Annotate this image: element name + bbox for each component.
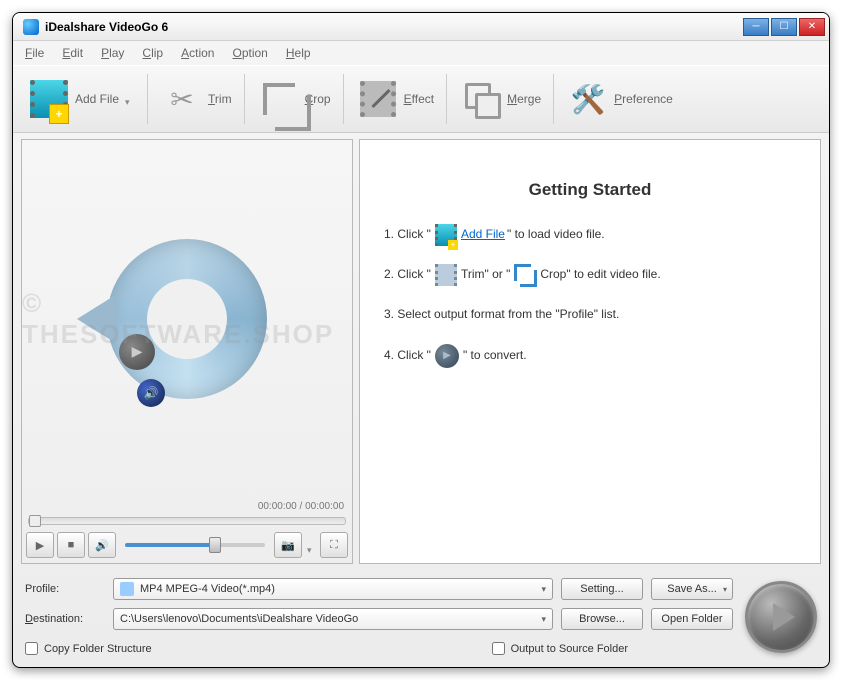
add-file-icon — [30, 80, 68, 118]
divider — [446, 74, 447, 124]
open-folder-button[interactable]: Open Folder — [651, 608, 733, 630]
profile-combo[interactable]: MP4 MPEG-4 Video(*.mp4) — [113, 578, 553, 600]
minimize-button[interactable]: ─ — [743, 18, 769, 36]
copy-folder-input[interactable] — [25, 642, 38, 655]
time-display: 00:00:00 / 00:00:00 — [22, 497, 352, 515]
dropdown-icon[interactable] — [125, 94, 135, 104]
effect-button[interactable]: Effect — [348, 73, 442, 125]
menu-option[interactable]: Option — [232, 46, 267, 60]
divider — [147, 74, 148, 124]
format-icon — [120, 582, 134, 596]
divider — [244, 74, 245, 124]
step-3: 3. Select output format from the "Profil… — [384, 304, 796, 326]
step-1: 1. Click " Add File " to load video file… — [384, 224, 796, 246]
preference-label: Preference — [614, 92, 673, 106]
window-title: iDealshare VideoGo 6 — [45, 20, 743, 34]
stop-button[interactable]: ■ — [57, 532, 85, 558]
scissors-icon: ✂ — [170, 83, 193, 116]
convert-button[interactable] — [745, 581, 817, 653]
speaker-icon: 🔊 — [137, 379, 165, 407]
menu-action[interactable]: Action — [181, 46, 214, 60]
dropdown-icon[interactable] — [307, 540, 317, 550]
trim-label: Trim — [208, 92, 232, 106]
preview-pane: ▶ 🔊 © THESOFTWARE.SHOP 00:00:00 / 00:00:… — [21, 139, 353, 564]
play-icon: ▶ — [119, 334, 155, 370]
mute-button[interactable]: 🔊 — [88, 532, 116, 558]
output-source-input[interactable] — [492, 642, 505, 655]
bottom-panel: Profile: MP4 MPEG-4 Video(*.mp4) Setting… — [13, 570, 829, 667]
setting-button[interactable]: Setting... — [561, 578, 643, 600]
convert-graphic: ▶ 🔊 — [87, 219, 287, 419]
menu-clip[interactable]: Clip — [142, 46, 163, 60]
save-as-button[interactable]: Save As... — [651, 578, 733, 600]
crop-icon — [263, 83, 295, 115]
menu-play[interactable]: Play — [101, 46, 124, 60]
merge-label: Merge — [507, 92, 541, 106]
profile-value: MP4 MPEG-4 Video(*.mp4) — [140, 583, 275, 595]
effect-label: Effect — [404, 92, 434, 106]
maximize-button[interactable]: ☐ — [771, 18, 797, 36]
close-button[interactable]: ✕ — [799, 18, 825, 36]
snapshot-button[interactable]: 📷 — [274, 532, 302, 558]
volume-slider[interactable] — [125, 543, 265, 547]
toolbar: Add File ✂ Trim Crop Effect Merge 🛠️ Pre… — [13, 65, 829, 133]
trim-icon — [435, 264, 457, 286]
add-file-link[interactable]: Add File — [461, 224, 505, 246]
output-source-label: Output to Source Folder — [511, 643, 628, 655]
seek-slider[interactable] — [28, 517, 346, 525]
crop-button[interactable]: Crop — [249, 73, 339, 125]
destination-value: C:\Users\lenovo\Documents\iDealshare Vid… — [120, 613, 358, 625]
tools-icon: 🛠️ — [571, 83, 606, 116]
getting-started-pane: Getting Started 1. Click " Add File " to… — [359, 139, 821, 564]
divider — [553, 74, 554, 124]
add-file-icon — [435, 224, 457, 246]
app-icon — [23, 19, 39, 35]
divider — [343, 74, 344, 124]
app-window: iDealshare VideoGo 6 ─ ☐ ✕ File Edit Pla… — [12, 12, 830, 668]
copy-folder-label: Copy Folder Structure — [44, 643, 152, 655]
menu-file[interactable]: File — [25, 46, 44, 60]
browse-button[interactable]: Browse... — [561, 608, 643, 630]
step-2: 2. Click " Trim" or " Crop" to edit vide… — [384, 264, 796, 286]
merge-button[interactable]: Merge — [451, 73, 549, 125]
preference-button[interactable]: 🛠️ Preference — [558, 73, 681, 125]
output-source-checkbox[interactable]: Output to Source Folder — [492, 642, 628, 655]
add-file-label: Add File — [75, 92, 119, 106]
destination-label: Destination: — [25, 613, 105, 625]
getting-started-title: Getting Started — [384, 180, 796, 200]
effect-icon — [360, 81, 396, 117]
crop-icon — [514, 264, 536, 286]
step-4: 4. Click " ▶ " to convert. — [384, 344, 796, 368]
copy-folder-checkbox[interactable]: Copy Folder Structure — [25, 642, 152, 655]
trim-button[interactable]: ✂ Trim — [152, 73, 240, 125]
menu-edit[interactable]: Edit — [62, 46, 83, 60]
add-file-button[interactable]: Add File — [19, 73, 143, 125]
menubar: File Edit Play Clip Action Option Help — [13, 41, 829, 65]
menu-help[interactable]: Help — [286, 46, 311, 60]
profile-label: Profile: — [25, 583, 105, 595]
convert-icon: ▶ — [435, 344, 459, 368]
titlebar: iDealshare VideoGo 6 ─ ☐ ✕ — [13, 13, 829, 41]
play-button[interactable]: ▶ — [26, 532, 54, 558]
destination-combo[interactable]: C:\Users\lenovo\Documents\iDealshare Vid… — [113, 608, 553, 630]
fullscreen-button[interactable]: ⛶ — [320, 532, 348, 558]
merge-icon — [465, 83, 497, 115]
